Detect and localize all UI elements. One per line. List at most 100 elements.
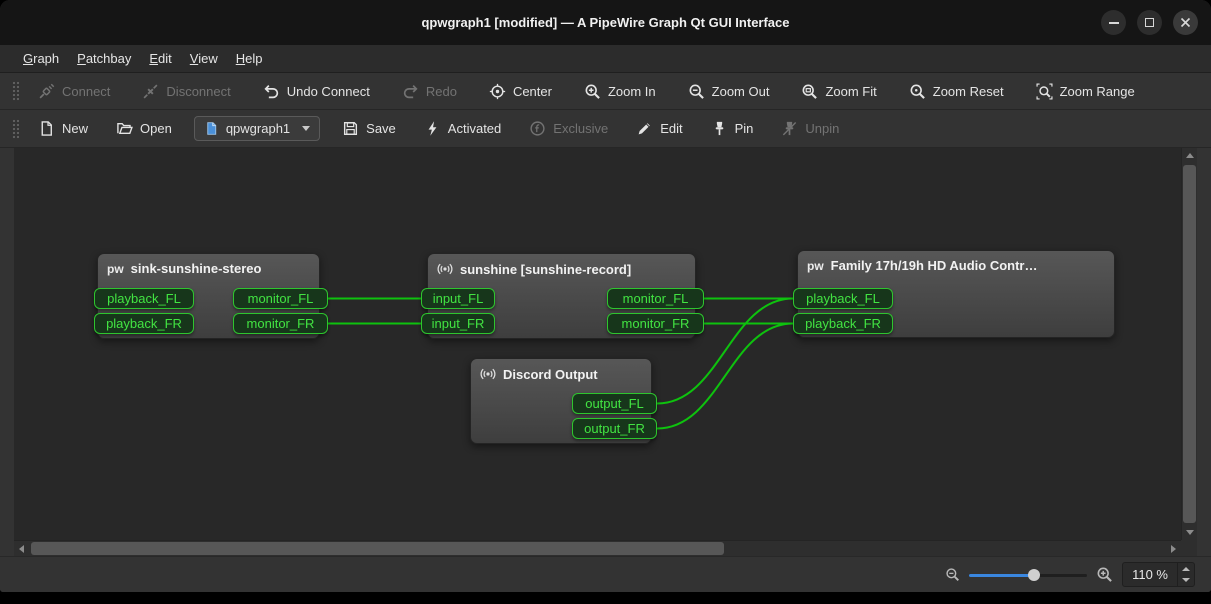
minimize-button[interactable] — [1101, 10, 1126, 35]
sink-port-playback-fr[interactable]: playback_FR — [94, 313, 194, 334]
menu-patchbay[interactable]: Patchbay — [68, 48, 140, 69]
zoom-in-button[interactable]: Zoom In — [574, 77, 666, 106]
menubar: Graph Patchbay Edit View Help — [0, 45, 1211, 73]
pin-button[interactable]: Pin — [701, 114, 764, 143]
redo-button[interactable]: Redo — [392, 77, 467, 106]
sunshine-port-input-fl[interactable]: input_FL — [421, 288, 495, 309]
sink-port-monitor-fl[interactable]: monitor_FL — [233, 288, 328, 309]
discord-port-output-fr[interactable]: output_FR — [572, 418, 657, 439]
sink-port-monitor-fr[interactable]: monitor_FR — [233, 313, 328, 334]
save-button[interactable]: Save — [332, 114, 406, 143]
maximize-button[interactable] — [1137, 10, 1162, 35]
zoom-slider-fill — [969, 574, 1034, 577]
chevron-down-icon — [302, 126, 310, 131]
stream-icon — [437, 261, 453, 277]
zoom-slider[interactable] — [969, 567, 1087, 583]
edit-button[interactable]: Edit — [626, 114, 692, 143]
menu-edit[interactable]: Edit — [140, 48, 180, 69]
horizontal-scrollbar-thumb[interactable] — [31, 542, 724, 555]
disconnect-button[interactable]: Disconnect — [132, 77, 240, 106]
menu-view[interactable]: View — [181, 48, 227, 69]
toolbar-drag-handle[interactable] — [12, 81, 19, 101]
zoom-spin-up-button[interactable] — [1178, 563, 1194, 575]
sink-port-playback-fl[interactable]: playback_FL — [94, 288, 194, 309]
sunshine-port-monitor-fl[interactable]: monitor_FL — [607, 288, 704, 309]
open-button[interactable]: Open — [106, 114, 182, 143]
activated-label: Activated — [448, 121, 501, 136]
center-button[interactable]: Center — [479, 77, 562, 106]
zoom-in-label: Zoom In — [608, 84, 656, 99]
spin-up-icon — [1182, 567, 1190, 571]
node-header: sunshine [sunshine-record] — [428, 254, 695, 284]
family-port-playback-fl[interactable]: playback_FL — [793, 288, 893, 309]
zoom-reset-icon — [909, 83, 926, 100]
exclusive-label: Exclusive — [553, 121, 608, 136]
unpin-icon — [781, 120, 798, 137]
spin-down-icon — [1182, 578, 1190, 582]
zoom-reset-button[interactable]: Zoom Reset — [899, 77, 1014, 106]
window-title: qpwgraph1 [modified] — A PipeWire Graph … — [421, 15, 789, 30]
vertical-scrollbar-thumb[interactable] — [1183, 165, 1196, 523]
maximize-icon — [1145, 18, 1154, 27]
connect-button[interactable]: Connect — [28, 77, 120, 106]
pipewire-icon: pw — [107, 262, 124, 276]
scrollbar-corner — [1181, 540, 1197, 556]
zoom-fit-button[interactable]: Zoom Fit — [791, 77, 886, 106]
scroll-down-arrow-icon[interactable] — [1186, 530, 1194, 535]
new-file-icon — [38, 120, 55, 137]
unpin-label: Unpin — [805, 121, 839, 136]
center-label: Center — [513, 84, 552, 99]
pin-label: Pin — [735, 121, 754, 136]
zoom-spin-buttons — [1177, 563, 1194, 586]
patchbay-combobox-value: qpwgraph1 — [226, 121, 290, 136]
menu-help[interactable]: Help — [227, 48, 272, 69]
graph-toolbar: Connect Disconnect Undo Connect Redo — [0, 73, 1211, 110]
zoom-spin-down-button[interactable] — [1178, 575, 1194, 587]
discord-port-output-fl[interactable]: output_FL — [572, 393, 657, 414]
zoom-range-button[interactable]: Zoom Range — [1026, 77, 1145, 106]
zoom-value[interactable]: 110 % — [1123, 563, 1177, 586]
unpin-button[interactable]: Unpin — [771, 114, 849, 143]
activated-button[interactable]: Activated — [414, 114, 511, 143]
scroll-left-arrow-icon[interactable] — [19, 545, 24, 553]
node-title: sunshine [sunshine-record] — [460, 262, 631, 277]
menu-graph[interactable]: Graph — [14, 48, 68, 69]
close-button[interactable] — [1173, 10, 1198, 35]
undo-connect-button[interactable]: Undo Connect — [253, 77, 380, 106]
node-header: pw sink-sunshine-stereo — [98, 254, 319, 283]
connect-icon — [38, 83, 55, 100]
vertical-scrollbar[interactable] — [1181, 148, 1197, 540]
minimize-icon — [1109, 22, 1119, 24]
scroll-up-arrow-icon[interactable] — [1186, 153, 1194, 158]
scroll-right-arrow-icon[interactable] — [1171, 545, 1176, 553]
zoom-slider-handle[interactable] — [1028, 569, 1040, 581]
link-discord-output-fr-to-family-playback-fr[interactable] — [657, 324, 793, 429]
sunshine-port-input-fr[interactable]: input_FR — [421, 313, 495, 334]
statusbar: 110 % — [0, 556, 1211, 592]
new-label: New — [62, 121, 88, 136]
zoom-range-icon — [1036, 83, 1053, 100]
zoom-range-label: Zoom Range — [1060, 84, 1135, 99]
new-button[interactable]: New — [28, 114, 98, 143]
zoom-reset-label: Zoom Reset — [933, 84, 1004, 99]
horizontal-scrollbar[interactable] — [14, 540, 1181, 556]
zoom-out-button[interactable]: Zoom Out — [678, 77, 780, 106]
canvas-area: pw sink-sunshine-stereo sunshine [sunshi… — [14, 148, 1197, 556]
zoom-spinbox[interactable]: 110 % — [1122, 562, 1195, 587]
exclusive-button[interactable]: Exclusive — [519, 114, 618, 143]
patchbay-combobox[interactable]: qpwgraph1 — [194, 116, 320, 141]
undo-connect-label: Undo Connect — [287, 84, 370, 99]
close-icon — [1180, 17, 1191, 28]
sunshine-port-monitor-fr[interactable]: monitor_FR — [607, 313, 704, 334]
toolbar-drag-handle[interactable] — [12, 119, 19, 139]
app-window: qpwgraph1 [modified] — A PipeWire Graph … — [0, 0, 1211, 592]
zoom-out-mini-icon — [945, 567, 960, 582]
open-folder-icon — [116, 120, 133, 137]
titlebar[interactable]: qpwgraph1 [modified] — A PipeWire Graph … — [0, 0, 1211, 45]
edit-label: Edit — [660, 121, 682, 136]
center-icon — [489, 83, 506, 100]
edit-pencil-icon — [636, 120, 653, 137]
family-port-playback-fr[interactable]: playback_FR — [793, 313, 893, 334]
graph-canvas[interactable]: pw sink-sunshine-stereo sunshine [sunshi… — [14, 148, 1181, 540]
pin-icon — [711, 120, 728, 137]
